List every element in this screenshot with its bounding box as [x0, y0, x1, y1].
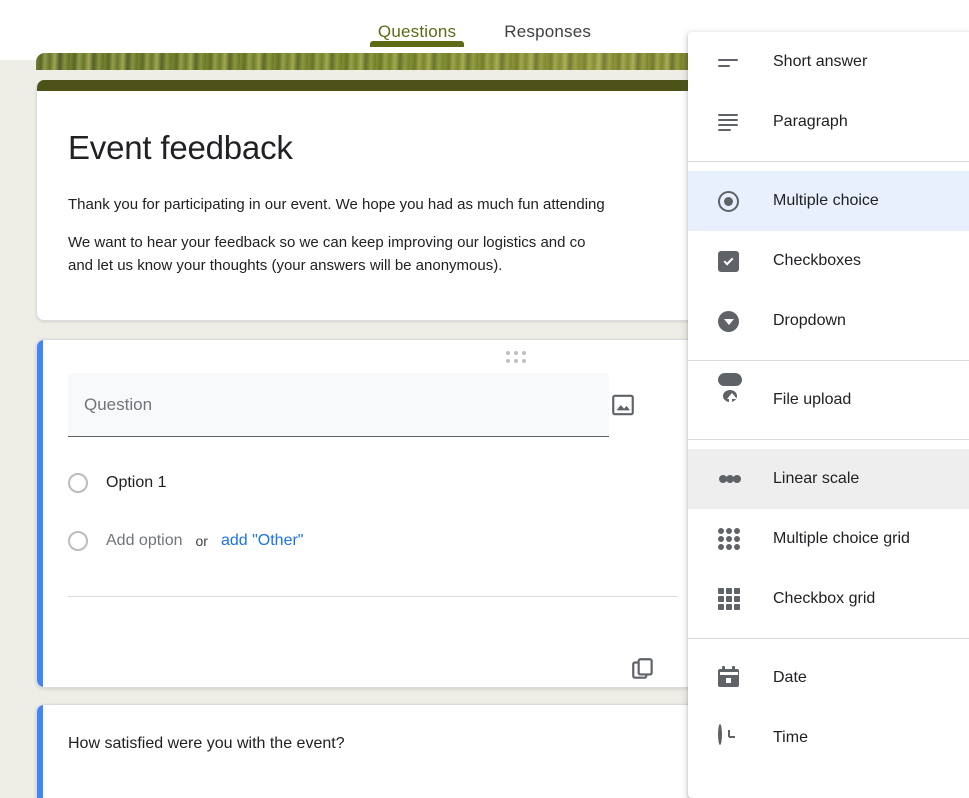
menu-divider [688, 439, 969, 440]
question-type-menu[interactable]: Short answer Paragraph Multiple choice C… [688, 32, 969, 798]
drag-handle-icon[interactable] [506, 351, 534, 365]
tab-questions-label: Questions [377, 22, 457, 41]
or-label: or [195, 533, 208, 549]
add-other-button[interactable]: add "Other" [221, 532, 304, 550]
menu-item-label: Short answer [773, 53, 868, 70]
question-card-active[interactable]: Option 1 Add option or add "Other" [36, 339, 696, 688]
menu-item-label: Multiple choice grid [773, 530, 910, 547]
menu-item-short-answer[interactable]: Short answer [688, 32, 969, 92]
linear-scale-icon [718, 467, 742, 491]
menu-item-multiple-choice[interactable]: Multiple choice [688, 171, 969, 231]
tab-active-underline [369, 41, 465, 47]
menu-item-label: Dropdown [773, 312, 846, 329]
paragraph-icon [718, 110, 742, 134]
tab-responses[interactable]: Responses [480, 0, 615, 42]
menu-item-label: Date [773, 669, 807, 686]
menu-divider [688, 360, 969, 361]
add-option-button[interactable]: Add option [106, 532, 183, 550]
clock-icon [718, 724, 742, 750]
menu-item-checkbox-grid[interactable]: Checkbox grid [688, 569, 969, 629]
menu-divider [688, 161, 969, 162]
image-icon[interactable] [610, 392, 636, 418]
question-card-next[interactable]: How satisfied were you with the event? [36, 704, 696, 798]
menu-item-label: Checkbox grid [773, 590, 876, 607]
tab-responses-label: Responses [504, 22, 592, 41]
duplicate-icon[interactable] [630, 656, 656, 682]
question-title-row [68, 373, 668, 437]
radio-button-icon-placeholder [68, 531, 88, 551]
calendar-icon [718, 666, 742, 690]
radio-grid-icon [718, 527, 742, 551]
options-list: Option 1 Add option or add "Other" [68, 468, 303, 584]
menu-item-label: File upload [773, 391, 852, 408]
dropdown-arrow-icon [718, 309, 742, 333]
short-answer-icon [718, 50, 742, 74]
menu-item-label: Paragraph [773, 113, 848, 130]
radio-button-icon[interactable] [68, 473, 88, 493]
menu-item-dropdown[interactable]: Dropdown [688, 291, 969, 351]
question-card-footer [37, 597, 695, 687]
menu-item-checkboxes[interactable]: Checkboxes [688, 231, 969, 291]
menu-item-linear-scale[interactable]: Linear scale [688, 449, 969, 509]
menu-item-label: Multiple choice [773, 192, 879, 209]
cloud-upload-icon [718, 373, 742, 412]
menu-item-label: Linear scale [773, 470, 860, 487]
menu-item-label: Checkboxes [773, 252, 862, 269]
menu-divider [688, 638, 969, 639]
menu-item-time[interactable]: Time [688, 708, 969, 768]
radio-button-icon [718, 189, 742, 213]
menu-item-multiple-choice-grid[interactable]: Multiple choice grid [688, 509, 969, 569]
option-row[interactable]: Option 1 [68, 468, 303, 498]
menu-item-paragraph[interactable]: Paragraph [688, 92, 969, 152]
question-card-next-title[interactable]: How satisfied were you with the event? [68, 735, 345, 753]
forms-editor-page: Questions Responses Event feedback Thank… [0, 0, 969, 798]
option-label[interactable]: Option 1 [106, 474, 166, 492]
checkbox-icon [718, 249, 742, 273]
menu-item-label: Time [773, 729, 808, 746]
question-input[interactable] [68, 373, 609, 437]
menu-item-file-upload[interactable]: File upload [688, 370, 969, 430]
checkbox-grid-icon [718, 587, 742, 611]
add-option-row[interactable]: Add option or add "Other" [68, 526, 303, 556]
tab-questions[interactable]: Questions [354, 0, 480, 47]
menu-item-date[interactable]: Date [688, 648, 969, 708]
question-card-next-accent-bar [37, 705, 43, 798]
